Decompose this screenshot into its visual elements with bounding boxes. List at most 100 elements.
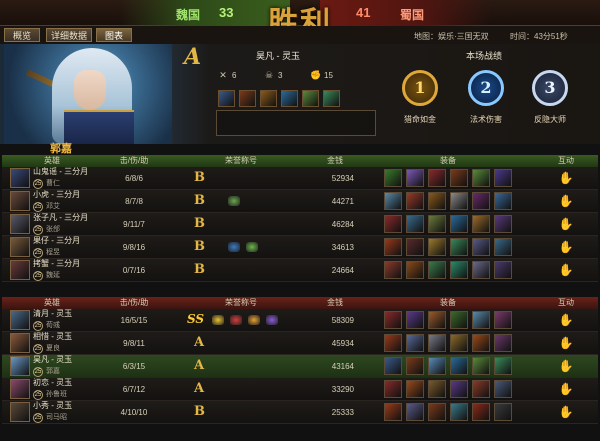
equipment-item-icon[interactable] [494,192,512,210]
equipment-item-icon[interactable] [450,192,468,210]
like-icon[interactable]: ✋ [559,217,574,231]
tab-charts[interactable]: 图表 [96,28,132,42]
like-icon[interactable]: ✋ [559,313,574,327]
like-icon[interactable]: ✋ [559,240,574,254]
tab-overview[interactable]: 概览 [4,28,40,42]
player-row[interactable]: 拷蟹 - 三分月 25 魏延 0/7/16 B 24664 ✋ [2,259,598,282]
tab-detailed-data[interactable]: 详细数据 [46,28,92,42]
equipment-item-icon[interactable] [384,238,402,256]
equipment-item-icon[interactable] [260,90,277,107]
equipment-item-icon[interactable] [472,261,490,279]
hero-avatar[interactable] [10,356,30,376]
hero-avatar[interactable] [10,260,30,280]
equipment-item-icon[interactable] [472,311,490,329]
equipment-item-icon[interactable] [384,403,402,421]
equipment-item-icon[interactable] [406,192,424,210]
equipment-item-icon[interactable] [472,357,490,375]
equipment-item-icon[interactable] [472,403,490,421]
hero-avatar[interactable] [10,379,30,399]
equipment-item-icon[interactable] [428,334,446,352]
equipment-item-icon[interactable] [384,357,402,375]
equipment-item-icon[interactable] [472,192,490,210]
hero-avatar[interactable] [10,191,30,211]
equipment-item-icon[interactable] [450,380,468,398]
player-row[interactable]: 山鬼谣 - 三分月 25 曹仁 6/8/6 B 52934 ✋ [2,167,598,190]
like-icon[interactable]: ✋ [559,171,574,185]
like-icon[interactable]: ✋ [559,359,574,373]
player-row[interactable]: 相惜 - 灵玉 25 夏良 9/8/11 A 45934 ✋ [2,332,598,355]
player-row[interactable]: 小虎 - 三分月 25 邓艾 8/7/8 B 44271 ✋ [2,190,598,213]
equipment-item-icon[interactable] [450,357,468,375]
equipment-item-icon[interactable] [406,334,424,352]
equipment-item-icon[interactable] [494,357,512,375]
equipment-item-icon[interactable] [494,238,512,256]
equipment-item-icon[interactable] [406,403,424,421]
equipment-item-icon[interactable] [239,90,256,107]
equipment-item-icon[interactable] [428,403,446,421]
equipment-item-icon[interactable] [472,238,490,256]
equipment-item-icon[interactable] [406,215,424,233]
like-icon[interactable]: ✋ [559,263,574,277]
equipment-item-icon[interactable] [472,380,490,398]
like-icon[interactable]: ✋ [559,405,574,419]
like-icon[interactable]: ✋ [559,194,574,208]
equipment-item-icon[interactable] [494,169,512,187]
like-icon[interactable]: ✋ [559,336,574,350]
player-row[interactable]: 初恋 - 灵玉 25 孙鲁班 6/7/12 A 33290 ✋ [2,378,598,401]
equipment-item-icon[interactable] [406,357,424,375]
player-row[interactable]: 昊凡 - 灵玉 25 郭嘉 6/3/15 A 43164 ✋ [2,355,598,378]
like-icon[interactable]: ✋ [559,382,574,396]
equipment-item-icon[interactable] [406,311,424,329]
equipment-item-icon[interactable] [384,192,402,210]
equipment-item-icon[interactable] [472,334,490,352]
equipment-item-icon[interactable] [384,169,402,187]
equipment-item-icon[interactable] [218,90,235,107]
equipment-item-icon[interactable] [472,169,490,187]
equipment-item-icon[interactable] [384,261,402,279]
hero-avatar[interactable] [10,214,30,234]
col-honor: 荣誉称号 [225,156,257,165]
equipment-item-icon[interactable] [281,90,298,107]
equipment-item-icon[interactable] [384,311,402,329]
hero-avatar[interactable] [10,310,30,330]
player-row[interactable]: 小秀 - 灵玉 25 司马昭 4/10/10 B 25333 ✋ [2,401,598,424]
player-row[interactable]: 张子凡 - 三分月 25 张郃 9/11/7 B 46284 ✋ [2,213,598,236]
equipment-item-icon[interactable] [384,380,402,398]
equipment-item-icon[interactable] [472,215,490,233]
equipment-item-icon[interactable] [450,169,468,187]
equipment-item-icon[interactable] [384,215,402,233]
hero-avatar[interactable] [10,237,30,257]
player-row[interactable]: 清月 - 灵玉 25 荀彧 16/5/15 SS 58309 ✋ [2,309,598,332]
equipment-item-icon[interactable] [428,192,446,210]
equipment-item-icon[interactable] [428,169,446,187]
equipment-item-icon[interactable] [494,215,512,233]
equipment-item-icon[interactable] [428,357,446,375]
hero-avatar[interactable] [10,333,30,353]
hero-avatar[interactable] [10,168,30,188]
equipment-item-icon[interactable] [428,238,446,256]
equipment-item-icon[interactable] [450,238,468,256]
equipment-item-icon[interactable] [428,380,446,398]
equipment-item-icon[interactable] [450,334,468,352]
equipment-item-icon[interactable] [450,215,468,233]
equipment-item-icon[interactable] [450,311,468,329]
equipment-item-icon[interactable] [406,169,424,187]
equipment-item-icon[interactable] [494,380,512,398]
equipment-item-icon[interactable] [384,334,402,352]
equipment-item-icon[interactable] [302,90,319,107]
equipment-item-icon[interactable] [406,261,424,279]
equipment-item-icon[interactable] [323,90,340,107]
equipment-item-icon[interactable] [494,403,512,421]
equipment-item-icon[interactable] [428,261,446,279]
equipment-item-icon[interactable] [406,380,424,398]
equipment-item-icon[interactable] [494,261,512,279]
equipment-item-icon[interactable] [494,334,512,352]
equipment-item-icon[interactable] [450,403,468,421]
equipment-item-icon[interactable] [428,215,446,233]
player-row[interactable]: 果仔 - 三分月 25 程昱 9/8/16 B 34613 ✋ [2,236,598,259]
equipment-item-icon[interactable] [406,238,424,256]
hero-avatar[interactable] [10,402,30,422]
equipment-item-icon[interactable] [494,311,512,329]
equipment-item-icon[interactable] [428,311,446,329]
equipment-item-icon[interactable] [450,261,468,279]
